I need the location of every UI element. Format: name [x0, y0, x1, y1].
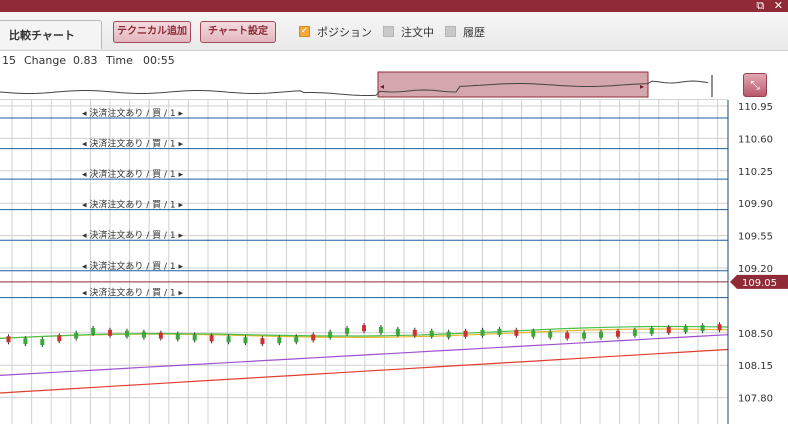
time-label: Time: [106, 54, 133, 67]
candle-body: [6, 336, 11, 343]
candle-body: [40, 339, 45, 346]
candle-body: [328, 331, 333, 338]
order-line-label[interactable]: ◂ 決済注文あり / 買 / 1 ▸: [82, 199, 183, 211]
order-line-label[interactable]: ◂ 決済注文あり / 買 / 1 ▸: [82, 168, 183, 180]
toolbar: 比較チャート テクニカル追加 チャート設定 ✓ ポジション 注文中 履歴: [0, 12, 788, 51]
candle-body: [260, 338, 265, 345]
navigator-right-handle[interactable]: ▸: [640, 82, 644, 91]
y-tick-label: 109.55: [738, 232, 773, 243]
candle-body: [141, 331, 146, 338]
candle-body: [277, 337, 282, 344]
order-line-label[interactable]: ◂ 決済注文あり / 買 / 1 ▸: [82, 287, 183, 299]
moving-average-line: [0, 348, 729, 394]
candle-body: [209, 335, 214, 342]
title-bar: ⧉ ✕: [0, 0, 788, 12]
order-line-label[interactable]: ◂ 決済注文あり / 買 / 1 ▸: [82, 138, 183, 150]
order-line-label[interactable]: ◂ 決済注文あり / 買 / 1 ▸: [82, 229, 183, 241]
chart-navigator[interactable]: ◂ ▸: [0, 71, 728, 100]
info-prefix: 15: [2, 54, 16, 67]
order-line-label[interactable]: ◂ 決済注文あり / 買 / 1 ▸: [82, 260, 183, 272]
candle-body: [124, 330, 129, 337]
y-tick-label: 108.50: [738, 329, 773, 340]
candle-body: [345, 327, 350, 334]
add-technical-button[interactable]: テクニカル追加: [113, 21, 191, 43]
candle-body: [362, 325, 366, 332]
resize-icon[interactable]: ⤡: [743, 73, 767, 97]
candle-body: [463, 330, 468, 337]
navigator-svg: ◂ ▸: [0, 71, 713, 98]
candle-body: [615, 330, 620, 337]
candle-body: [91, 327, 96, 334]
candle-body: [531, 330, 536, 337]
candle-body: [23, 338, 28, 345]
candle-body: [666, 327, 671, 334]
candle-body: [497, 328, 502, 335]
compare-chart-tab[interactable]: 比較チャート: [0, 20, 102, 49]
current-price-label: 109.05: [742, 278, 777, 289]
candle-body: [649, 327, 654, 334]
candle-body: [683, 326, 688, 333]
navigator-left-handle[interactable]: ◂: [380, 82, 384, 91]
navigator-range-window[interactable]: [377, 71, 649, 98]
y-tick-label: 110.60: [738, 134, 773, 145]
pending-order-checkbox[interactable]: [383, 26, 394, 37]
order-line-label[interactable]: ◂ 決済注文あり / 買 / 1 ▸: [82, 107, 183, 119]
candle-body: [311, 334, 316, 341]
candle-body: [192, 334, 197, 341]
candle-body: [243, 337, 248, 344]
candle-body: [565, 332, 570, 339]
candle-body: [378, 327, 383, 334]
y-tick-label: 108.15: [738, 361, 773, 372]
candle-body: [57, 335, 62, 342]
moving-average-line: [0, 334, 729, 376]
chart-settings-button[interactable]: チャート設定: [200, 21, 276, 43]
y-tick-label: 110.95: [738, 102, 773, 113]
y-tick-label: 109.20: [738, 264, 773, 275]
change-label: Change: [24, 54, 67, 67]
position-checkbox[interactable]: ✓: [299, 26, 310, 37]
change-value: 0.83: [73, 54, 98, 67]
position-checkbox-label: ポジション: [317, 26, 372, 39]
candle-body: [446, 331, 451, 338]
candle-body: [158, 332, 163, 339]
candle-body: [480, 329, 485, 336]
candle-body: [514, 329, 519, 336]
candle-body: [108, 329, 113, 336]
time-value: 00:55: [143, 54, 175, 67]
candle-body: [412, 329, 417, 336]
candle-body: [717, 324, 722, 331]
candle-body: [226, 336, 231, 343]
history-checkbox-label: 履歴: [463, 26, 485, 39]
candle-body: [294, 336, 299, 343]
candle-body: [429, 330, 434, 337]
candle-body: [74, 332, 79, 339]
candle-body: [395, 328, 400, 335]
candle-body: [700, 325, 705, 332]
y-tick-label: 109.90: [738, 199, 773, 210]
candle-body: [548, 331, 553, 338]
candle-body: [632, 329, 637, 336]
pending-order-checkbox-label: 注文中: [401, 26, 434, 39]
candle-body: [599, 331, 604, 338]
info-bar: 15 Change 0.83 Time 00:55: [0, 51, 788, 71]
candle-body: [175, 333, 180, 340]
history-checkbox[interactable]: [445, 26, 456, 37]
y-tick-label: 110.25: [738, 167, 773, 178]
y-axis: 110.95 110.60 110.25 109.90 109.55 109.20 109.…: [730, 102, 788, 405]
candle-body: [582, 332, 587, 339]
price-chart[interactable]: ◂ 決済注文あり / 買 / 1 ▸ ◂ 決済注文あり / 買 / 1 ▸ ◂ 決済…: [0, 100, 788, 424]
y-tick-label: 107.80: [738, 394, 773, 405]
